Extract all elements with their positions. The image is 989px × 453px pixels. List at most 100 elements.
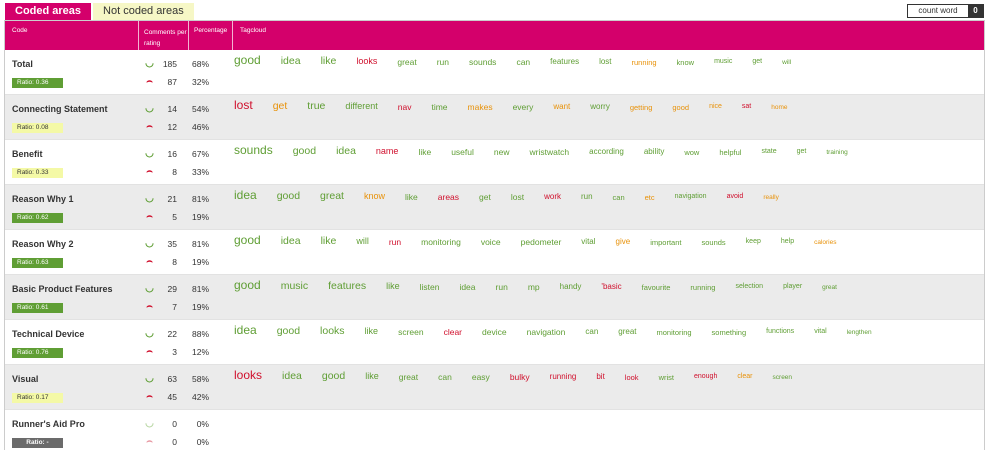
tagcloud-word[interactable]: can	[613, 193, 625, 202]
tagcloud-word[interactable]: run	[389, 237, 401, 247]
tagcloud-word[interactable]: nav	[398, 102, 412, 112]
tagcloud-word[interactable]: running	[632, 58, 657, 67]
tagcloud-word[interactable]: help	[781, 238, 794, 245]
tagcloud-word[interactable]: run	[581, 192, 593, 201]
table-row[interactable]: Total Ratio: 0.36 ◡ ⌢ 185 87 68% 32% good idea lik…	[5, 50, 984, 95]
tagcloud-word[interactable]: player	[783, 283, 802, 290]
tagcloud-word[interactable]: new	[494, 147, 510, 157]
tagcloud-word[interactable]: features	[550, 57, 579, 66]
tab-coded-areas[interactable]: Coded areas	[5, 3, 92, 20]
tagcloud-word[interactable]: name	[376, 146, 399, 156]
tagcloud-word[interactable]: running	[550, 372, 577, 381]
tagcloud-word[interactable]: nice	[709, 103, 722, 110]
tagcloud-word[interactable]: music	[714, 58, 732, 65]
tagcloud-word[interactable]: wristwatch	[529, 147, 569, 157]
tagcloud-word[interactable]: can	[438, 372, 452, 382]
tagcloud-word[interactable]: monitoring	[421, 237, 461, 247]
tagcloud-word[interactable]: avoid	[727, 193, 744, 200]
tagcloud-word[interactable]: music	[281, 280, 308, 292]
tagcloud-word[interactable]: listen	[420, 282, 440, 292]
tagcloud-word[interactable]: lost	[234, 98, 253, 112]
tagcloud-word[interactable]: sounds	[701, 238, 725, 247]
tagcloud-word[interactable]: great	[397, 57, 416, 67]
tagcloud-word[interactable]: features	[328, 280, 366, 292]
tagcloud-word[interactable]: lengthen	[847, 329, 872, 336]
tagcloud-word[interactable]: good	[234, 53, 261, 67]
tagcloud-word[interactable]: sat	[742, 103, 751, 110]
tagcloud-word[interactable]: useful	[451, 147, 474, 157]
tagcloud-word[interactable]: vital	[814, 328, 826, 335]
tagcloud-word[interactable]: great	[618, 327, 636, 336]
tagcloud-word[interactable]: like	[321, 55, 337, 67]
tagcloud-word[interactable]: functions	[766, 328, 794, 335]
tagcloud-word[interactable]: like	[418, 147, 431, 157]
code-name[interactable]: Benefit	[12, 149, 43, 159]
table-row[interactable]: Reason Why 1 Ratio: 0.62 ◡ ⌢ 21 5 81% 19% idea go…	[5, 185, 984, 230]
tagcloud-word[interactable]: wow	[684, 148, 699, 157]
tagcloud-word[interactable]: time	[431, 102, 447, 112]
tagcloud-word[interactable]: running	[690, 283, 715, 292]
tagcloud-word[interactable]: enough	[694, 373, 717, 380]
tagcloud-word[interactable]: like	[405, 192, 418, 202]
tagcloud-word[interactable]: something	[712, 328, 747, 337]
table-row[interactable]: Visual Ratio: 0.17 ◡ ⌢ 63 45 58% 42% looks idea go…	[5, 365, 984, 410]
tagcloud-word[interactable]: vital	[581, 237, 595, 246]
count-word-label[interactable]: count word	[908, 5, 968, 17]
tagcloud-word[interactable]: great	[822, 284, 837, 291]
tagcloud-word[interactable]: want	[553, 102, 570, 111]
tagcloud-word[interactable]: training	[826, 149, 847, 156]
tagcloud-word[interactable]: pedometer	[521, 237, 562, 247]
tagcloud-word[interactable]: easy	[472, 372, 490, 382]
tagcloud-word[interactable]: good	[234, 233, 261, 247]
table-row[interactable]: Benefit Ratio: 0.33 ◡ ⌢ 16 8 67% 33% sounds good i…	[5, 140, 984, 185]
tagcloud-word[interactable]: monitoring	[657, 328, 692, 337]
tagcloud-word[interactable]: looks	[234, 368, 262, 382]
tagcloud-word[interactable]: like	[386, 281, 400, 291]
tagcloud-word[interactable]: voice	[481, 237, 501, 247]
tagcloud-word[interactable]: according	[589, 147, 624, 156]
tagcloud-word[interactable]: will	[782, 59, 791, 66]
tagcloud-word[interactable]: really	[763, 194, 779, 201]
tagcloud-word[interactable]: favourite	[642, 283, 671, 292]
tagcloud-word[interactable]: navigation	[675, 193, 707, 200]
tagcloud-word[interactable]: clear	[737, 373, 752, 380]
tagcloud-word[interactable]: selection	[735, 283, 763, 290]
tagcloud-word[interactable]: get	[479, 192, 491, 202]
code-name[interactable]: Reason Why 1	[12, 194, 74, 204]
tagcloud-word[interactable]: makes	[468, 102, 493, 112]
table-row[interactable]: Reason Why 2 Ratio: 0.63 ◡ ⌢ 35 8 81% 19% good id…	[5, 230, 984, 275]
code-name[interactable]: Reason Why 2	[12, 239, 74, 249]
tagcloud-word[interactable]: good	[277, 190, 300, 202]
tagcloud-word[interactable]: state	[761, 148, 776, 155]
tagcloud-word[interactable]: home	[771, 104, 787, 111]
tagcloud-word[interactable]: screen	[398, 327, 424, 337]
tagcloud-word[interactable]: idea	[234, 188, 257, 202]
tagcloud-word[interactable]: look	[625, 373, 639, 382]
tagcloud-word[interactable]: 'basic	[601, 282, 621, 291]
tagcloud-word[interactable]: work	[544, 192, 561, 201]
code-name[interactable]: Technical Device	[12, 329, 84, 339]
tagcloud-word[interactable]: can	[585, 327, 598, 336]
code-name[interactable]: Visual	[12, 374, 38, 384]
tagcloud-word[interactable]: great	[399, 372, 418, 382]
tagcloud-word[interactable]: lost	[511, 192, 524, 202]
tagcloud-word[interactable]: handy	[560, 282, 582, 291]
table-row[interactable]: Basic Product Features Ratio: 0.61 ◡ ⌢ 29 7 81…	[5, 275, 984, 320]
tagcloud-word[interactable]: good	[293, 145, 316, 157]
tagcloud-word[interactable]: like	[365, 326, 379, 336]
tagcloud-word[interactable]: screen	[773, 374, 793, 381]
tagcloud-word[interactable]: good	[322, 370, 345, 382]
tagcloud-word[interactable]: idea	[336, 145, 356, 157]
tagcloud-word[interactable]: get	[273, 100, 288, 112]
tab-not-coded-areas[interactable]: Not coded areas	[93, 3, 194, 20]
tagcloud-word[interactable]: will	[356, 236, 369, 246]
tagcloud-word[interactable]: idea	[282, 370, 302, 382]
tagcloud-word[interactable]: like	[321, 235, 337, 247]
count-word-toggle[interactable]: count word 0	[907, 4, 984, 18]
tagcloud-word[interactable]: like	[365, 371, 379, 381]
tagcloud-word[interactable]: run	[496, 282, 508, 292]
tagcloud-word[interactable]: helpful	[719, 148, 741, 157]
table-row[interactable]: Runner's Aid Pro Ratio: - ◡ ⌢ 0 0 0% 0%	[5, 410, 984, 453]
code-name[interactable]: Connecting Statement	[12, 104, 108, 114]
tagcloud-word[interactable]: looks	[356, 56, 377, 66]
